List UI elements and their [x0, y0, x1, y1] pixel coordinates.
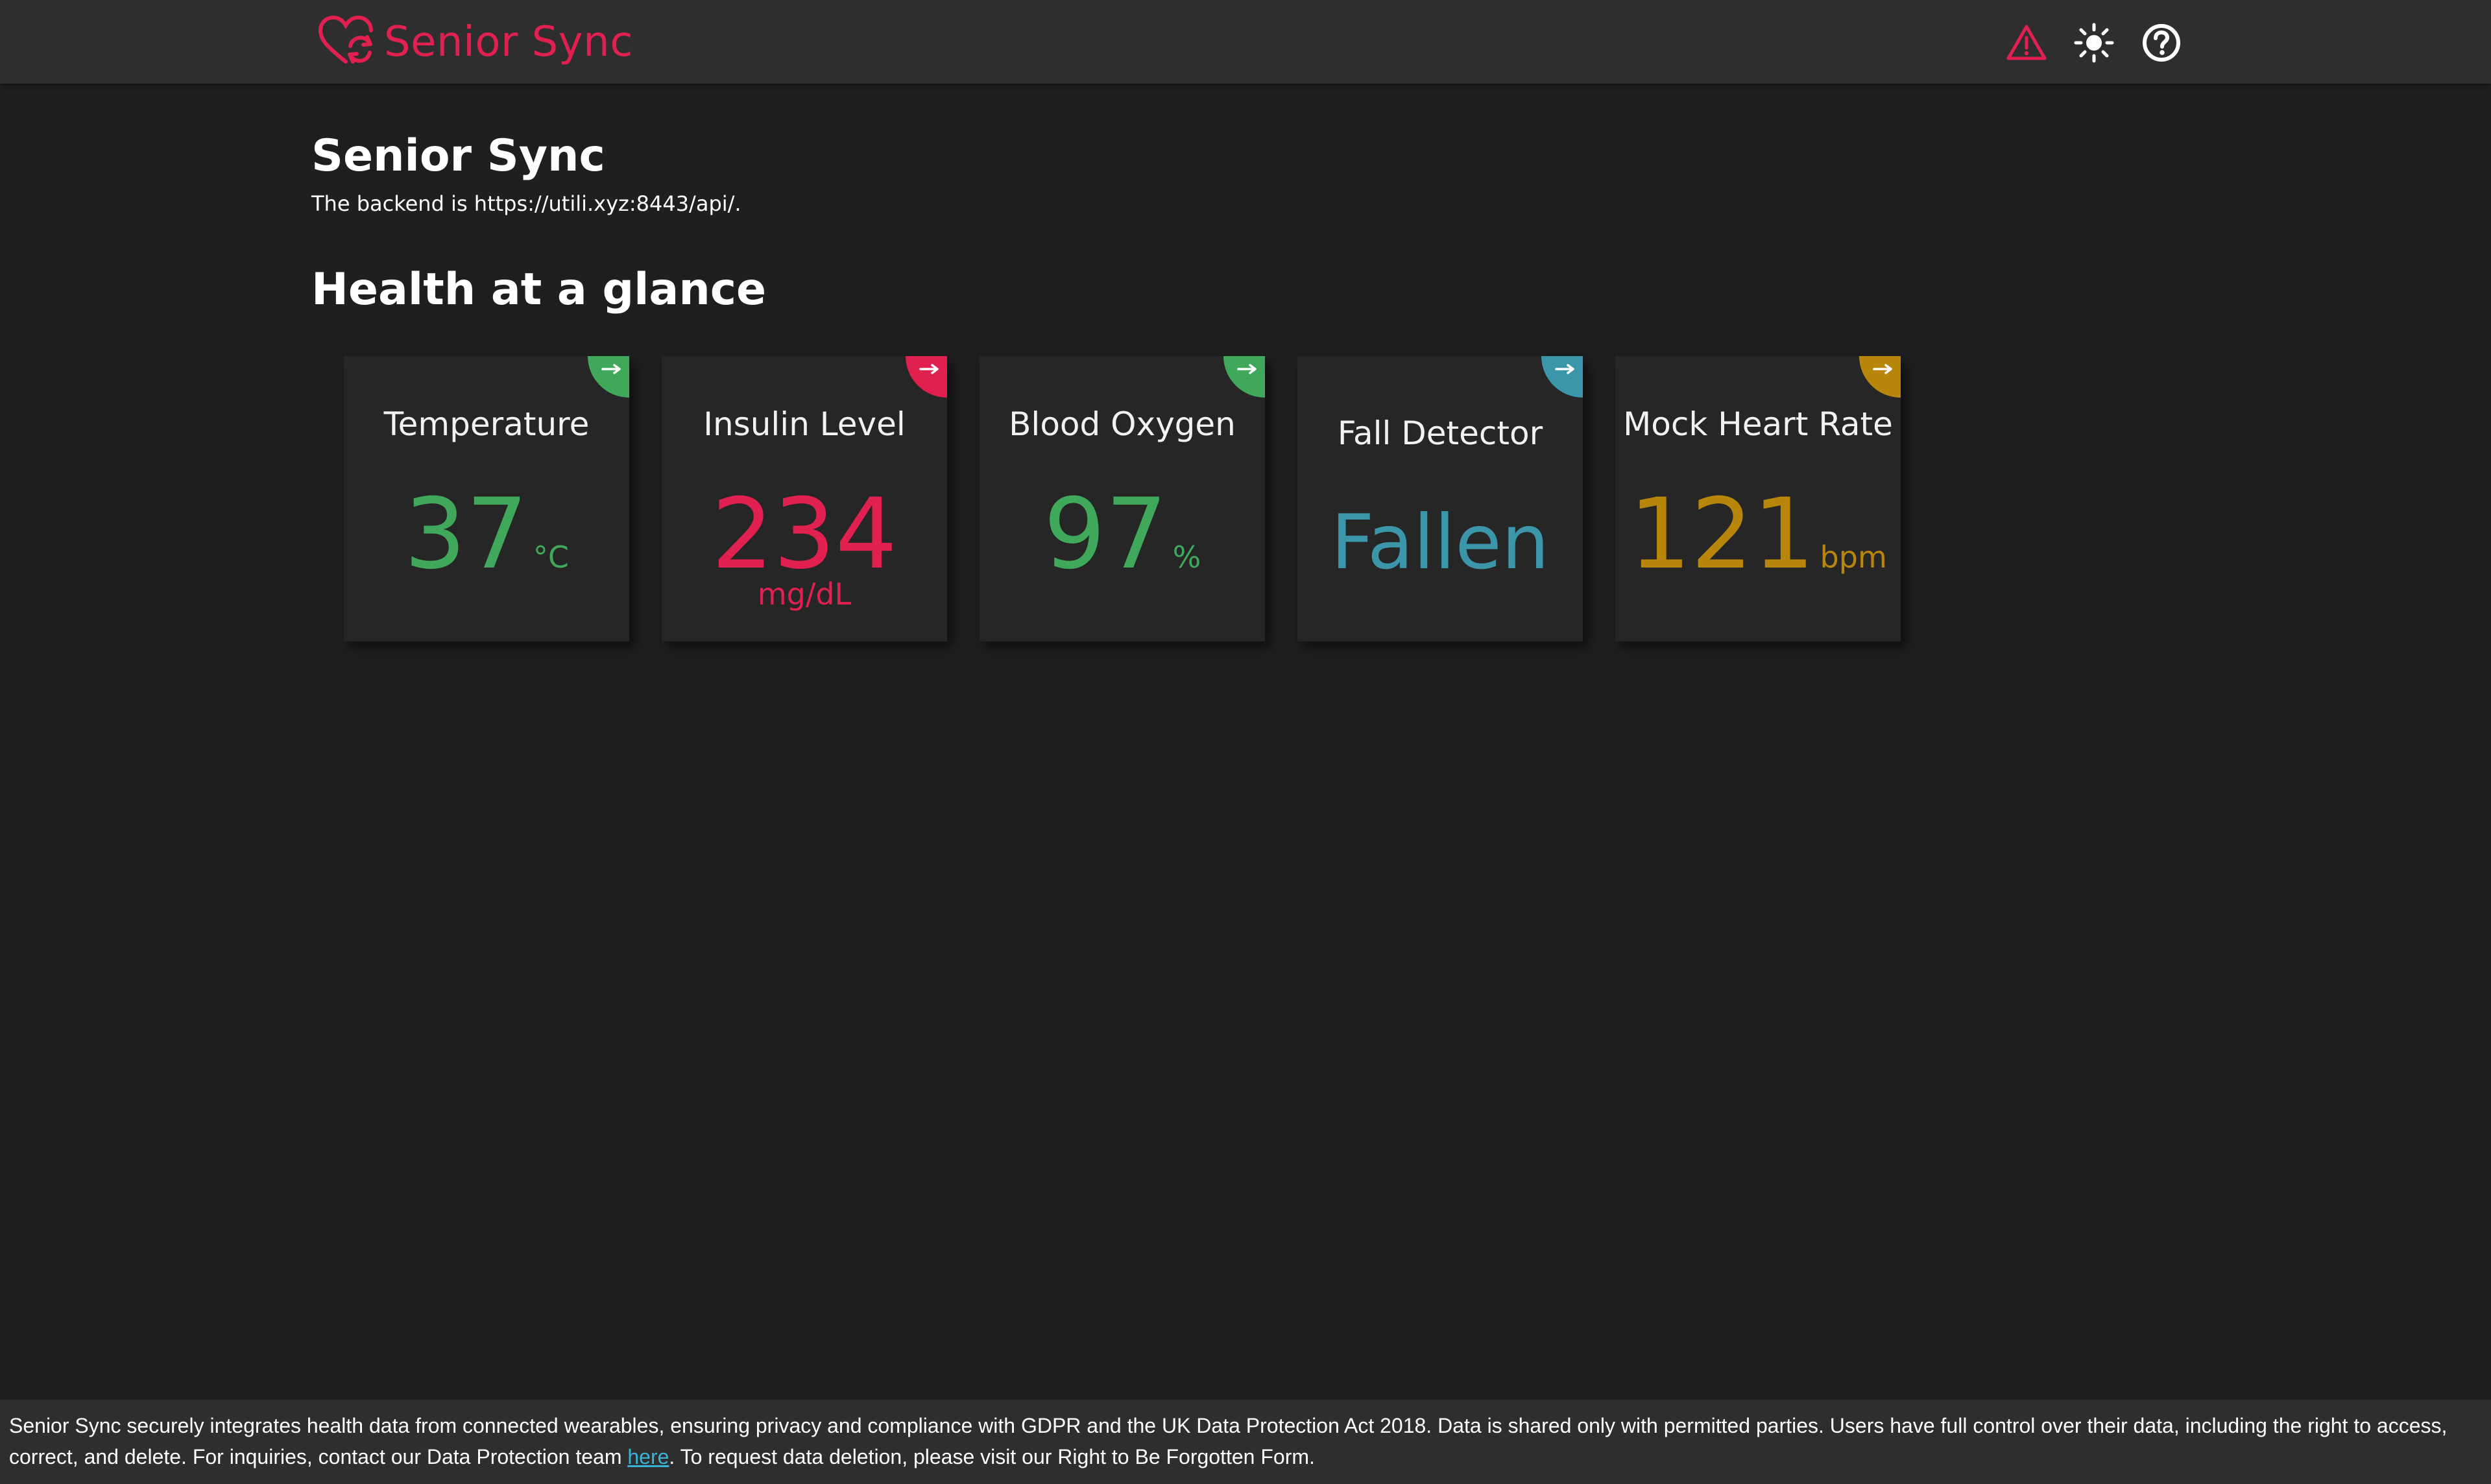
card-value: 234	[711, 478, 898, 591]
fall-detector-card[interactable]: Fall Detector Fallen	[1297, 356, 1583, 641]
card-label: Mock Heart Rate	[1623, 405, 1893, 443]
card-label: Insulin Level	[703, 405, 906, 443]
card-value: 97	[1043, 478, 1168, 591]
card-unit: mg/dL	[757, 577, 852, 612]
arrow-right-icon[interactable]	[1859, 356, 1901, 398]
privacy-footer: Senior Sync securely integrates health d…	[0, 1400, 2491, 1484]
arrow-right-icon[interactable]	[588, 356, 629, 398]
arrow-right-icon[interactable]	[906, 356, 947, 398]
data-protection-link[interactable]: here	[627, 1445, 669, 1468]
card-value-row: 121 bpm	[1615, 486, 1901, 583]
section-title: Health at a glance	[311, 264, 767, 315]
insulin-card[interactable]: Insulin Level 234 mg/dL	[662, 356, 947, 641]
brand-logo[interactable]: Senior Sync	[317, 14, 633, 70]
card-unit: %	[1172, 540, 1201, 575]
arrow-right-icon[interactable]	[1541, 356, 1583, 398]
card-label: Blood Oxygen	[1009, 405, 1236, 443]
card-label: Fall Detector	[1337, 414, 1543, 452]
card-value: 121	[1629, 478, 1815, 591]
heart-rate-card[interactable]: Mock Heart Rate 121 bpm	[1615, 356, 1901, 641]
top-navbar: Senior Sync	[0, 0, 2491, 84]
card-value-row: 234	[662, 486, 947, 583]
card-unit: bpm	[1820, 540, 1887, 575]
card-value-row: 37 °C	[344, 486, 629, 583]
sun-icon[interactable]	[2072, 21, 2116, 65]
blood-oxygen-card[interactable]: Blood Oxygen 97 %	[980, 356, 1265, 641]
temperature-card[interactable]: Temperature 37 °C	[344, 356, 629, 641]
card-label: Temperature	[383, 405, 590, 443]
arrow-right-icon[interactable]	[1223, 356, 1265, 398]
help-circle-icon[interactable]	[2139, 21, 2184, 65]
backend-url-text: The backend is https://utili.xyz:8443/ap…	[311, 191, 741, 216]
header-actions	[2004, 19, 2184, 66]
footer-text-end: . To request data deletion, please visit…	[669, 1445, 1315, 1468]
heart-sync-icon	[317, 15, 375, 69]
card-value-row: 97 %	[980, 486, 1265, 583]
health-cards: Temperature 37 °C Insulin Level 234 mg/d…	[344, 356, 1901, 641]
card-value: Fallen	[1330, 499, 1550, 586]
card-unit: °C	[533, 540, 569, 575]
brand-name: Senior Sync	[384, 18, 633, 66]
alert-triangle-icon[interactable]	[2004, 21, 2049, 65]
card-value: 37	[404, 478, 528, 591]
page-title: Senior Sync	[311, 130, 605, 182]
